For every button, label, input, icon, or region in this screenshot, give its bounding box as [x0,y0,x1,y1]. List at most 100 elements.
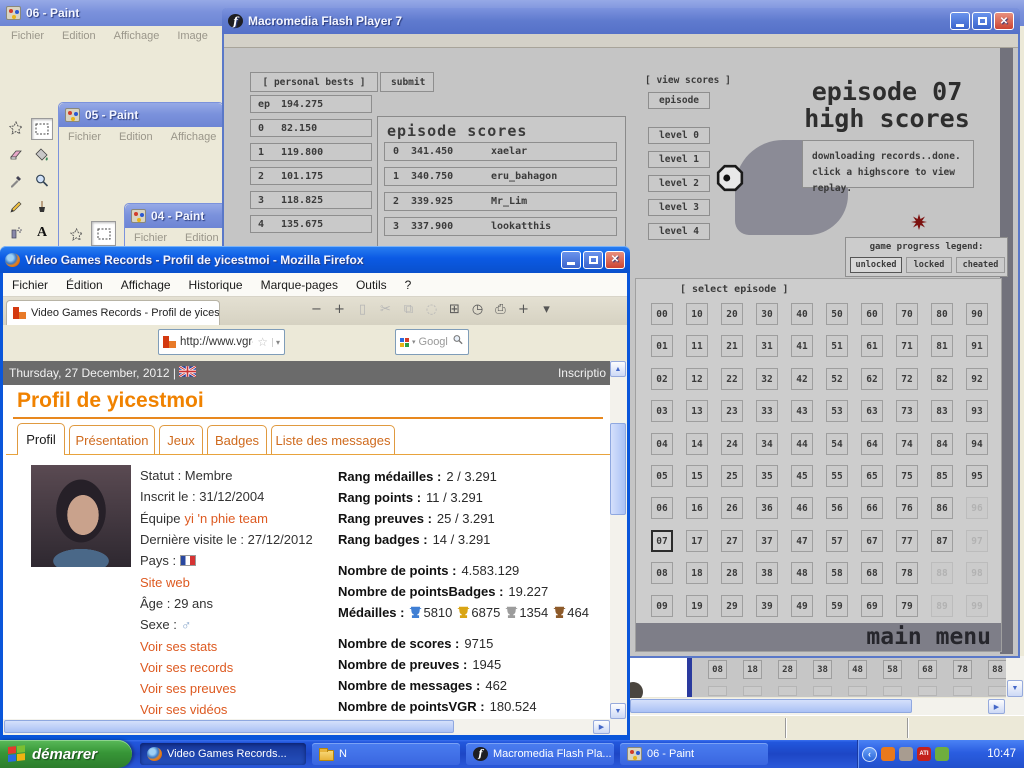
paint-05-titlebar[interactable]: 05 - Paint [59,103,223,127]
profile-link[interactable]: Voir ses stats [140,639,217,654]
episode-cell-34[interactable]: 34 [756,433,778,455]
menu--[interactable]: ? [396,275,421,295]
legend-locked[interactable]: locked [906,257,952,273]
airbrush-tool-icon[interactable] [5,222,27,244]
episode-cell-83[interactable]: 83 [931,400,953,422]
taskbar-item-paint[interactable]: 06 - Paint [620,743,768,765]
menu-fichier[interactable]: Fichier [3,275,57,295]
episode-cell-87[interactable]: 87 [931,530,953,552]
episode-cell-29[interactable]: 29 [721,595,743,617]
episode-cell-02[interactable]: 02 [651,368,673,390]
menu-fichier[interactable]: Fichier [59,129,110,145]
eraser-tool-icon[interactable] [5,144,27,166]
firefox-titlebar[interactable]: Video Games Records - Profil de yicestmo… [0,246,630,273]
episode-score-row[interactable]: 3337.900lookatthis [384,217,617,236]
firefox-horizontal-scrollbar[interactable]: ▶ [3,719,627,735]
episode-cell-46[interactable]: 46 [791,497,813,519]
episode-cell-53[interactable]: 53 [826,400,848,422]
view-episode-button[interactable]: episode [648,92,710,109]
menu-affichage[interactable]: Affichage [112,275,180,295]
episode-cell-80[interactable]: 80 [931,303,953,325]
tab-presentation[interactable]: Présentation [69,425,155,455]
episode-cell-43[interactable]: 43 [791,400,813,422]
episode-cell-81[interactable]: 81 [931,335,953,357]
brush-tool-icon[interactable] [31,196,53,218]
episode-cell-14[interactable]: 14 [686,433,708,455]
minimize-icon[interactable] [561,251,581,269]
episode-cell-48[interactable]: 48 [791,562,813,584]
magnifier-icon[interactable] [452,333,464,351]
episode-cell-23[interactable]: 23 [721,400,743,422]
episode-cell-62[interactable]: 62 [861,368,883,390]
paint-04-titlebar[interactable]: 04 - Paint [125,204,223,228]
eyedropper-tool-icon[interactable] [5,170,27,192]
episode-score-row[interactable]: 0341.450xaelar [384,142,617,161]
episode-cell-18[interactable]: 18 [686,562,708,584]
new-tab-icon[interactable]: ⊞ [443,302,466,317]
profile-link[interactable]: Voir ses records [140,660,233,675]
view-level-2-button[interactable]: level 2 [648,175,710,192]
text-tool-icon[interactable]: A [31,222,53,244]
episode-cell-47[interactable]: 47 [791,530,813,552]
episode-cell-01[interactable]: 01 [651,335,673,357]
episode-cell-39[interactable]: 39 [756,595,778,617]
add-icon[interactable]: + [512,302,535,317]
free-select-tool-icon[interactable] [5,118,27,140]
episode-cell-21[interactable]: 21 [721,335,743,357]
episode-cell-30[interactable]: 30 [756,303,778,325]
episode-cell-63[interactable]: 63 [861,400,883,422]
plus-icon[interactable]: + [328,302,351,317]
episode-cell-45[interactable]: 45 [791,465,813,487]
paint-horizontal-scrollbar[interactable]: ▶ [630,698,1024,715]
print-icon[interactable]: ⎙ [489,302,512,317]
episode-cell-58[interactable]: 58 [826,562,848,584]
scrollbar-thumb[interactable] [4,720,454,733]
view-level-0-button[interactable]: level 0 [648,127,710,144]
episode-cell-44[interactable]: 44 [791,433,813,455]
cut-icon[interactable]: ✂ [374,302,397,317]
episode-cell-78[interactable]: 78 [896,562,918,584]
url-bar[interactable]: http://www.vgr- ☆ ▾ [158,329,285,355]
copy-icon[interactable]: ⧉ [397,302,420,317]
episode-cell-74[interactable]: 74 [896,433,918,455]
episode-cell-75[interactable]: 75 [896,465,918,487]
taskbar-item-firefox[interactable]: Video Games Records... [140,743,306,765]
episode-cell-93[interactable]: 93 [966,400,988,422]
episode-cell-60[interactable]: 60 [861,303,883,325]
menu-affichage[interactable]: Affichage [105,28,169,44]
episode-cell-67[interactable]: 67 [861,530,883,552]
episode-cell-20[interactable]: 20 [721,303,743,325]
episode-cell-31[interactable]: 31 [756,335,778,357]
menu-marque-pages[interactable]: Marque-pages [252,275,347,295]
episode-cell-32[interactable]: 32 [756,368,778,390]
episode-cell-28[interactable]: 28 [721,562,743,584]
updates-tray-icon[interactable] [935,747,949,761]
view-level-3-button[interactable]: level 3 [648,199,710,216]
episode-cell-66[interactable]: 66 [861,497,883,519]
episode-cell-97[interactable]: 97 [966,530,988,552]
trash-icon[interactable]: ▯ [351,302,374,317]
episode-cell-36[interactable]: 36 [756,497,778,519]
episode-cell-50[interactable]: 50 [826,303,848,325]
personal-best-row[interactable]: 3118.825 [250,191,372,209]
episode-cell-57[interactable]: 57 [826,530,848,552]
episode-cell-25[interactable]: 25 [721,465,743,487]
episode-score-row[interactable]: 2339.925Mr_Lim [384,192,617,211]
episode-cell-24[interactable]: 24 [721,433,743,455]
episode-cell-33[interactable]: 33 [756,400,778,422]
view-level-1-button[interactable]: level 1 [648,151,710,168]
flash-titlebar[interactable]: Macromedia Flash Player 7 ✕ [222,8,1020,34]
episode-cell-91[interactable]: 91 [966,335,988,357]
menu-fichier[interactable]: Fichier [2,28,53,44]
profile-link[interactable]: Voir ses vidéos [140,702,227,717]
episode-cell-89[interactable]: 89 [931,595,953,617]
close-icon[interactable]: ✕ [994,12,1014,30]
episode-cell-08[interactable]: 08 [651,562,673,584]
episode-cell-16[interactable]: 16 [686,497,708,519]
episode-cell-94[interactable]: 94 [966,433,988,455]
episode-cell-07[interactable]: 07 [651,530,673,552]
maximize-icon[interactable] [972,12,992,30]
menu--dition[interactable]: Édition [57,275,112,295]
main-menu-button[interactable]: main menu [866,624,991,650]
free-select-tool-icon[interactable] [65,224,87,246]
